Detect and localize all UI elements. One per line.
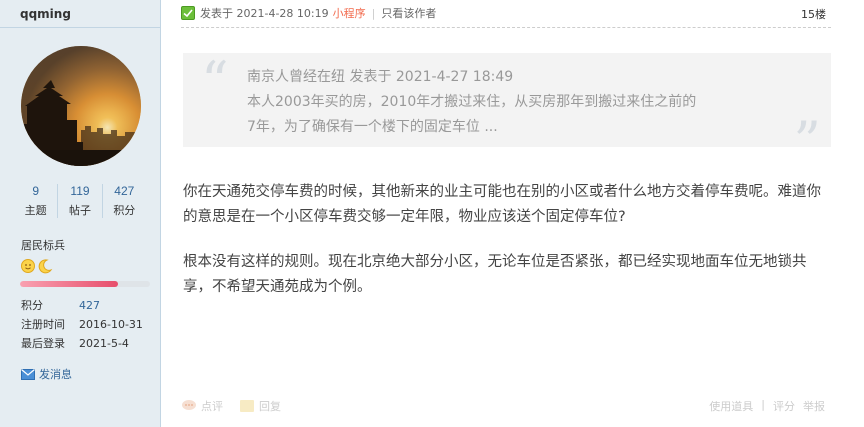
post-main: 发表于 2021-4-28 10:19 小程序 | 只看该作者 15楼 “ 南京…	[161, 0, 864, 427]
posted-time: 发表于 2021-4-28 10:19	[200, 7, 329, 20]
stat-points[interactable]: 427 积分	[103, 184, 146, 218]
post-tools: 使用道具 | 评分 举报	[709, 398, 825, 414]
comment-button[interactable]: 点评	[181, 398, 223, 414]
floor-number[interactable]: 15楼	[801, 6, 826, 22]
author-username[interactable]: qqming	[20, 7, 71, 21]
close-quote-icon: ”	[793, 110, 821, 173]
quote-line: 本人2003年买的房，2010年才搬过来住，从买房那年到搬过来住之前的	[247, 94, 697, 110]
info-value[interactable]: 427	[79, 296, 143, 315]
only-author-link[interactable]: 只看该作者	[381, 5, 436, 21]
quote-text: 南京人曾经在纽 发表于 2021-4-27 18:49 本人2003年买的房，2…	[247, 65, 767, 140]
info-value: 2016-10-31	[79, 318, 143, 331]
sidebar-divider	[0, 27, 160, 28]
author-sidebar: qqming 9 主题 119 帖子 427 积分 居民标兵 积分 427 注册…	[0, 0, 161, 427]
stat-points-label: 积分	[113, 204, 136, 217]
post-paragraph: 根本没有这样的规则。现在北京绝大部分小区，无论车位是否紧张，都已经实现地面车位无…	[183, 254, 807, 295]
miniapp-link[interactable]: 小程序	[333, 5, 366, 21]
post-footer: 点评 回复 使用道具 | 评分 举报	[181, 398, 831, 418]
quote-line: 7年，为了确保有一个楼下的固定车位 ...	[247, 119, 498, 135]
send-message-button[interactable]: 发消息	[21, 366, 72, 382]
quote-block: “ 南京人曾经在纽 发表于 2021-4-27 18:49 本人2003年买的房…	[183, 50, 831, 169]
header-separator: |	[371, 6, 376, 20]
rank-progress-bar	[20, 281, 150, 287]
rank-icons	[20, 258, 53, 274]
stat-topics-label: 主题	[24, 204, 47, 217]
post-paragraph: 你在天通苑交停车费的时候，其他新来的业主可能也在别的小区或者什么地方交着停车费呢…	[183, 184, 821, 225]
info-row-registered: 注册时间 2016-10-31	[21, 315, 143, 334]
avatar[interactable]	[21, 46, 141, 166]
stat-points-value: 427	[114, 184, 135, 198]
stat-posts[interactable]: 119 帖子	[58, 184, 103, 218]
header-divider	[181, 27, 831, 28]
tools-separator: |	[761, 398, 765, 411]
info-key: 最后登录	[21, 337, 65, 350]
author-stats: 9 主题 119 帖子 427 积分	[14, 184, 146, 218]
stat-posts-label: 帖子	[68, 204, 91, 217]
rank-title: 居民标兵	[21, 239, 65, 252]
reply-button[interactable]: 回复	[239, 398, 281, 414]
use-tools-menu[interactable]: 使用道具	[709, 398, 753, 414]
info-row-last-login: 最后登录 2021-5-4	[21, 334, 143, 353]
comment-label: 点评	[201, 400, 223, 413]
post-icon	[181, 6, 195, 20]
author-info-table: 积分 427 注册时间 2016-10-31 最后登录 2021-5-4	[21, 296, 143, 353]
info-key: 积分	[21, 299, 43, 312]
rate-button[interactable]: 评分	[773, 398, 795, 414]
reply-icon	[240, 400, 254, 412]
post-actions: 点评 回复	[181, 398, 281, 414]
info-key: 注册时间	[21, 318, 65, 331]
stat-posts-value: 119	[70, 184, 90, 198]
info-value: 2021-5-4	[79, 337, 129, 350]
quote-header: 南京人曾经在纽 发表于 2021-4-27 18:49	[247, 69, 514, 85]
send-message-label: 发消息	[39, 368, 72, 381]
post-content: 你在天通苑交停车费的时候，其他新来的业主可能也在别的小区或者什么地方交着停车费呢…	[183, 180, 823, 320]
report-button[interactable]: 举报	[803, 398, 825, 414]
envelope-icon	[21, 368, 35, 380]
reply-label: 回复	[259, 400, 281, 413]
sun-icon	[21, 259, 35, 273]
comment-icon	[182, 400, 196, 410]
stat-topics[interactable]: 9 主题	[14, 184, 59, 218]
stat-topics-value: 9	[32, 184, 39, 198]
open-quote-icon: “	[201, 50, 229, 113]
moon-icon	[38, 259, 53, 274]
rank-progress-fill	[20, 281, 118, 287]
post-header: 发表于 2021-4-28 10:19 小程序 | 只看该作者	[181, 5, 436, 21]
info-row-points: 积分 427	[21, 296, 143, 315]
